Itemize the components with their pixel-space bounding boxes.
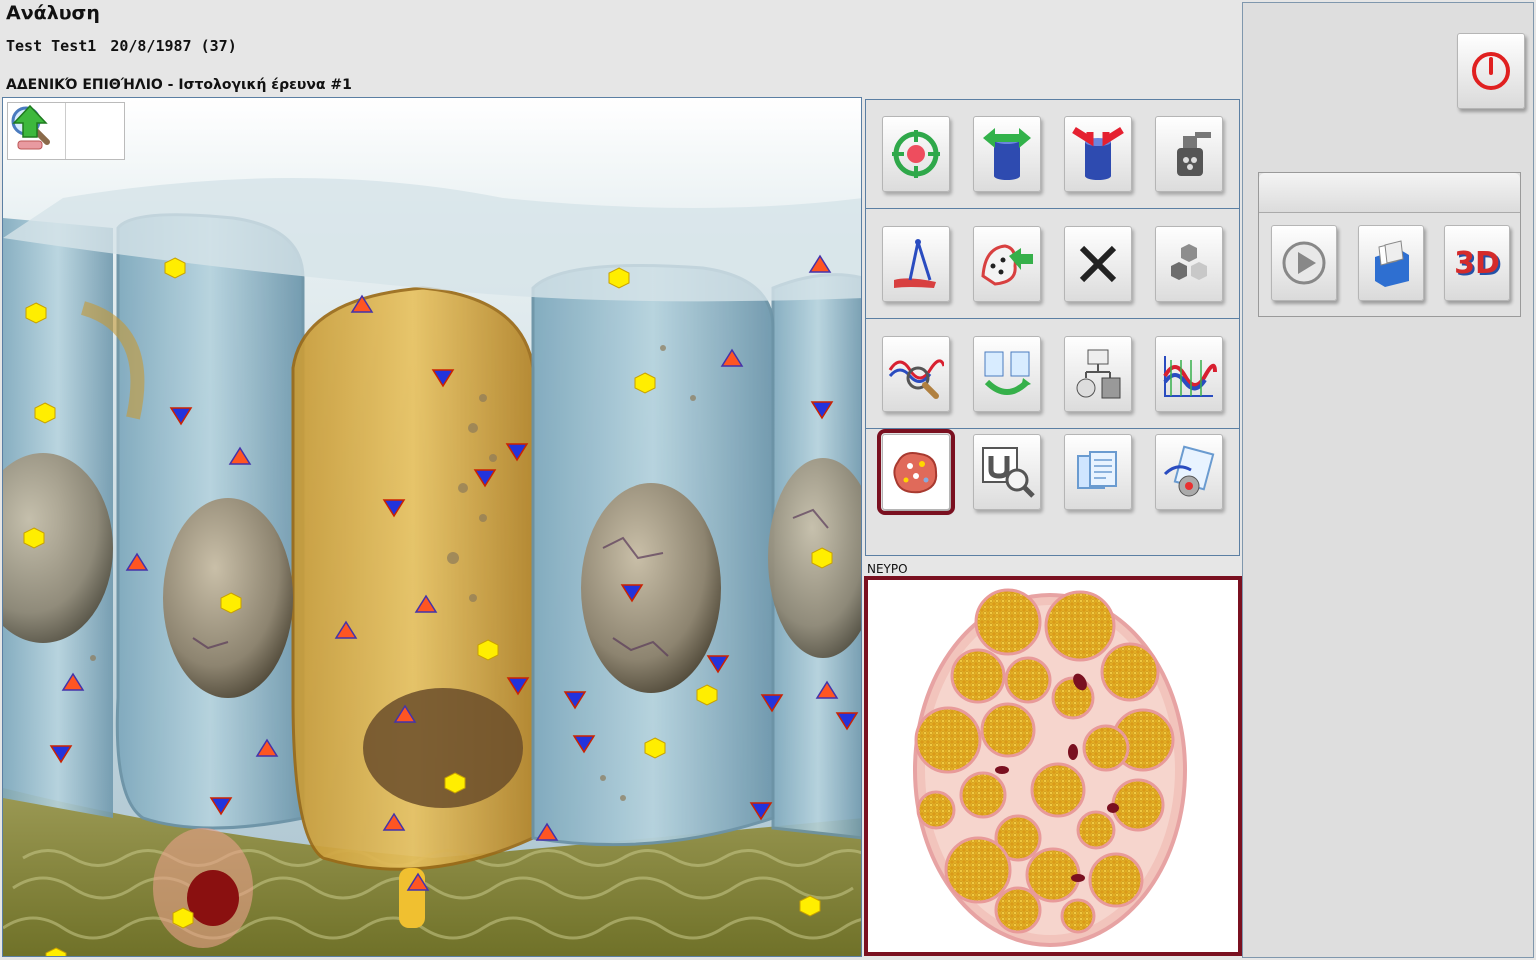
cylinder-compress-icon[interactable]: [1064, 116, 1133, 192]
network-diagram-icon[interactable]: [1064, 335, 1133, 412]
patient-name: Test Test1: [6, 37, 97, 55]
right-panel: [1242, 2, 1534, 958]
3d-label: 3D: [1454, 245, 1500, 281]
spectrum-chart-icon[interactable]: [1155, 335, 1224, 412]
viewer-toolbar: [7, 102, 125, 160]
database-icon[interactable]: [1358, 225, 1424, 301]
tool-row-1: [865, 99, 1240, 209]
analysis-report-icon[interactable]: [1155, 434, 1224, 510]
target-icon[interactable]: [881, 116, 950, 192]
cylinder-expand-icon[interactable]: [972, 116, 1041, 192]
wave-magnifier-icon[interactable]: [881, 335, 950, 412]
epithelium-illustration[interactable]: [3, 98, 862, 957]
sprayer-icon[interactable]: [1155, 116, 1224, 192]
power-icon[interactable]: [1457, 33, 1525, 109]
histology-viewer[interactable]: [2, 97, 862, 957]
patient-info: Test Test1 20/8/1987 (37): [6, 37, 251, 55]
cell-transfer-icon[interactable]: [972, 225, 1041, 302]
tool-row-3: [865, 319, 1240, 429]
nerve-cross-section-image: [913, 588, 1187, 947]
caliper-icon[interactable]: [881, 225, 950, 302]
tool-row-2: [865, 209, 1240, 319]
status-field: [1259, 173, 1520, 213]
preview-label: ΝΕΥΡΟ: [867, 562, 908, 576]
documents-icon[interactable]: [1064, 434, 1133, 510]
magnet-scan-icon[interactable]: [972, 434, 1041, 510]
export-up-icon[interactable]: [12, 103, 124, 159]
cycle-documents-icon[interactable]: [972, 335, 1041, 412]
tool-row-4: [865, 429, 1240, 556]
nerve-preview[interactable]: [864, 576, 1242, 956]
section-title: ΑΔΕΝΙΚΌ ΕΠΙΘΉΛΙΟ - Ιστολογική έρευνα #1: [6, 77, 352, 93]
close-x-icon[interactable]: [1064, 225, 1133, 302]
play-icon[interactable]: [1271, 225, 1337, 301]
hexagons-icon[interactable]: [1155, 225, 1224, 302]
page-title: Ανάλυση: [6, 2, 100, 24]
patient-dob-age: 20/8/1987 (37): [110, 37, 237, 55]
tool-panel: [865, 99, 1240, 556]
3d-icon[interactable]: 3D: [1444, 225, 1510, 301]
tissue-sample-icon[interactable]: [876, 429, 955, 515]
